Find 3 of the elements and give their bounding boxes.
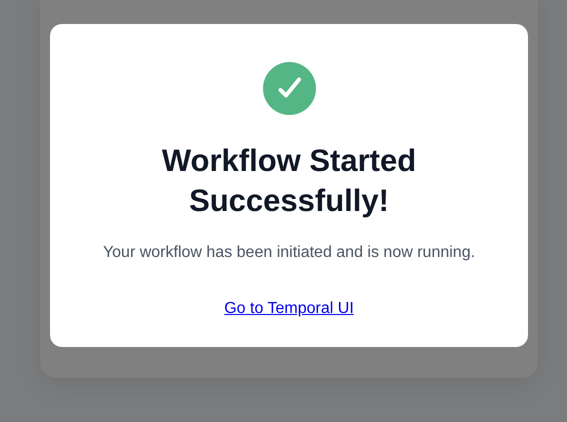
dialog-message: Your workflow has been initiated and is now running. [102,243,476,263]
dialog-title: Workflow Started Successfully! [160,142,418,220]
temporal-ui-link[interactable]: Go to Temporal UI [224,297,354,321]
